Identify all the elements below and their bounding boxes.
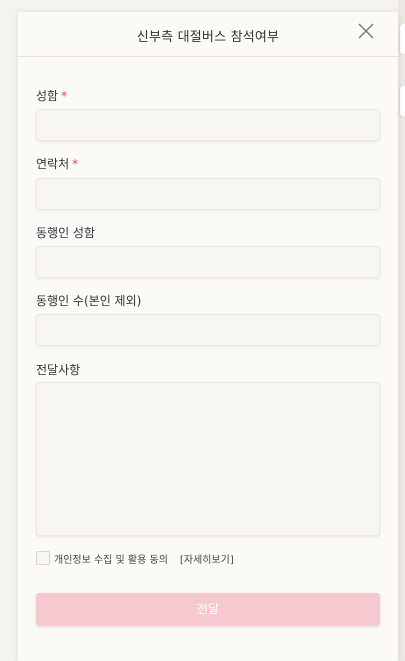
message-textarea[interactable] <box>36 382 380 536</box>
consent-row: 개인정보 수집 및 활용 동의 [자세히보기] <box>36 550 234 566</box>
companion-count-label: 동행인 수(본인 제외) <box>36 294 142 308</box>
required-mark: * <box>72 157 79 171</box>
rsvp-modal: 신부측 대절버스 참석여부 성함 * 연락처 * 동행인 성함 동행인 수(본인 제… <box>18 12 398 661</box>
name-label: 성함 * <box>36 87 67 104</box>
consent-label: 개인정보 수집 및 활용 동의 <box>54 554 168 566</box>
close-icon <box>358 23 374 39</box>
close-button[interactable] <box>357 22 375 40</box>
consent-detail-link[interactable]: [자세히보기] <box>180 551 234 566</box>
name-input[interactable] <box>36 109 380 141</box>
modal-title: 신부측 대절버스 참석여부 <box>136 30 280 45</box>
background-side-panel <box>398 0 405 661</box>
side-panel-edge <box>400 24 405 54</box>
required-mark: * <box>61 89 68 103</box>
phone-label: 연락처 * <box>36 155 78 172</box>
name-label-text: 성함 <box>36 89 59 103</box>
side-panel-edge <box>400 86 405 116</box>
companion-name-label: 동행인 성함 <box>36 226 96 240</box>
companion-name-input[interactable] <box>36 246 380 278</box>
message-label: 전달사항 <box>36 363 81 377</box>
submit-button[interactable]: 전달 <box>36 593 380 626</box>
companion-count-input[interactable] <box>36 314 380 346</box>
consent-checkbox[interactable] <box>36 551 50 565</box>
phone-input[interactable] <box>36 178 380 210</box>
phone-label-text: 연락처 <box>36 157 70 171</box>
modal-header: 신부측 대절버스 참석여부 <box>18 12 398 57</box>
